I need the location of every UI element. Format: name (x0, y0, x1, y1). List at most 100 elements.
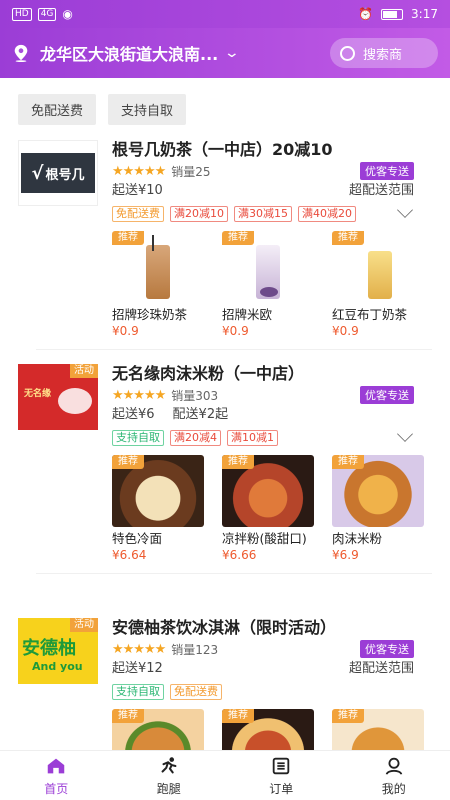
location-pin-icon[interactable] (12, 44, 30, 62)
product-card[interactable]: 推荐 红豆布丁奶茶 ¥0.9 (332, 231, 424, 339)
divider (36, 573, 432, 574)
product-name: 肉沫米粉 (332, 531, 383, 546)
recommend-badge: 推荐 (222, 455, 254, 469)
location-text[interactable]: 龙华区大浪街道大浪南... (40, 41, 218, 65)
recommend-badge: 推荐 (332, 709, 364, 723)
rating-stars: ★★★★★ (112, 387, 166, 403)
store-name[interactable]: 根号几奶茶（一中店）20减10 (112, 138, 432, 162)
logo-subtext: And you (32, 660, 83, 673)
promo-tag: 免配送费 (112, 206, 164, 222)
clock: 3:17 (411, 7, 438, 21)
min-order: 起送¥10 (112, 183, 163, 198)
status-bar: HD 4G ◉ ⏰ 3:17 (0, 0, 450, 28)
profile-icon (385, 757, 402, 775)
tab-label: 首页 (44, 781, 69, 796)
tab-errand[interactable]: 跑腿 (113, 751, 226, 800)
chevron-down-icon[interactable]: ⌄ (224, 45, 240, 61)
filter-bar: 免配送费 支持自取 (18, 94, 187, 125)
promo-tag: 满20减10 (170, 206, 228, 222)
delivery-range: 超配送范围 (348, 183, 414, 198)
store-card[interactable]: 活动 无名缘 无名缘肉沫米粉（一中店） ★★★★★ 销量303 优客专送 起送¥… (0, 350, 450, 604)
product-name: 凉拌粉(酸甜口) (222, 531, 307, 546)
product-image: 推荐 (222, 455, 314, 527)
store-name[interactable]: 安德柚茶饮冰淇淋（限时活动） (112, 616, 432, 640)
runner-icon (161, 756, 177, 773)
product-card[interactable]: 推荐 招牌珍珠奶茶 ¥0.9 (112, 231, 204, 339)
sales-count: 销量123 (171, 642, 219, 657)
bottom-tab-bar: 首页 跑腿 订单 我的 (0, 750, 450, 800)
product-card[interactable]: 推荐 凉拌粉(酸甜口) ¥6.66 (222, 455, 314, 563)
recommend-badge: 推荐 (112, 231, 144, 245)
rating-stars: ★★★★★ (112, 641, 166, 657)
store-name[interactable]: 无名缘肉沫米粉（一中店） (112, 362, 432, 386)
product-price: ¥6.9 (332, 548, 359, 562)
filter-free-delivery[interactable]: 免配送费 (18, 94, 97, 125)
expand-chevron-icon[interactable] (397, 426, 413, 442)
delivery-badge: 优客专送 (360, 640, 414, 658)
promo-tag: 满40减20 (298, 206, 356, 222)
home-icon (48, 758, 65, 773)
expand-chevron-icon[interactable] (397, 202, 413, 218)
rating-stars: ★★★★★ (112, 163, 166, 179)
hd-indicator: HD (12, 7, 32, 21)
store-card[interactable]: √ 根号几 根号几奶茶（一中店）20减10 ★★★★★ 销量25 优客专送 起送… (0, 134, 450, 350)
min-order: 起送¥6 (112, 407, 155, 422)
promo-tag: 满20减4 (170, 430, 221, 446)
promo-tag: 免配送费 (170, 684, 222, 700)
product-price: ¥6.64 (112, 548, 147, 562)
tab-profile[interactable]: 我的 (338, 751, 450, 800)
order-icon (273, 757, 290, 774)
product-price: ¥6.66 (222, 548, 257, 562)
recommend-badge: 推荐 (112, 455, 144, 469)
delivery-range: 超配送范围 (348, 661, 414, 676)
promo-tag: 满30减15 (234, 206, 292, 222)
product-name: 红豆布丁奶茶 (332, 307, 408, 322)
logo-sqrt-icon: √ (31, 162, 44, 184)
product-price: ¥0.9 (112, 324, 139, 338)
filter-self-pickup[interactable]: 支持自取 (108, 94, 187, 125)
battery-icon (381, 8, 404, 20)
product-image: 推荐 (332, 455, 424, 527)
product-image: 推荐 (112, 231, 204, 303)
search-button[interactable]: 搜索商 (330, 38, 438, 68)
recommend-badge: 推荐 (222, 231, 254, 245)
logo-activity-badge: 活动 (70, 364, 98, 378)
product-name: 招牌米欧 (222, 307, 273, 322)
recommend-badge: 推荐 (222, 709, 254, 723)
promo-tag: 支持自取 (112, 430, 164, 446)
store-logo: √ 根号几 (18, 140, 98, 206)
product-card[interactable]: 推荐 特色冷面 ¥6.64 (112, 455, 204, 563)
product-image: 推荐 (222, 231, 314, 303)
logo-activity-badge: 活动 (70, 618, 98, 632)
recommend-badge: 推荐 (332, 455, 364, 469)
logo-mark: 无名缘 (24, 389, 52, 399)
search-label: 搜索商 (363, 47, 403, 63)
recommend-badge: 推荐 (332, 231, 364, 245)
store-list: √ 根号几 根号几奶茶（一中店）20减10 ★★★★★ 销量25 优客专送 起送… (0, 134, 450, 781)
tab-label: 订单 (269, 781, 294, 796)
product-name: 招牌珍珠奶茶 (112, 307, 188, 322)
store-logo: 活动 安德柚 And you (18, 618, 98, 684)
store-logo: 活动 无名缘 (18, 364, 98, 430)
wifi-icon: ◉ (62, 7, 73, 21)
min-order: 起送¥12 (112, 661, 163, 676)
product-image: 推荐 (332, 231, 424, 303)
product-card[interactable]: 推荐 肉沫米粉 ¥6.9 (332, 455, 424, 563)
tab-home[interactable]: 首页 (0, 751, 113, 800)
tab-orders[interactable]: 订单 (225, 751, 338, 800)
logo-text: 根号几 (45, 167, 85, 183)
alarm-icon: ⏰ (358, 7, 374, 21)
sales-count: 销量303 (171, 388, 219, 403)
recommend-badge: 推荐 (112, 709, 144, 723)
promo-tag: 满10减1 (227, 430, 278, 446)
product-card[interactable]: 推荐 招牌米欧 ¥0.9 (222, 231, 314, 339)
promo-tag: 支持自取 (112, 684, 164, 700)
delivery-fee: 配送¥2起 (172, 407, 229, 422)
store-card[interactable]: 活动 安德柚 And you 安德柚茶饮冰淇淋（限时活动） ★★★★★ 销量12… (0, 604, 450, 781)
tab-label: 跑腿 (156, 781, 181, 796)
delivery-badge: 优客专送 (360, 386, 414, 404)
product-price: ¥0.9 (222, 324, 249, 338)
sales-count: 销量25 (171, 164, 211, 179)
search-icon (340, 45, 355, 61)
product-image: 推荐 (112, 455, 204, 527)
